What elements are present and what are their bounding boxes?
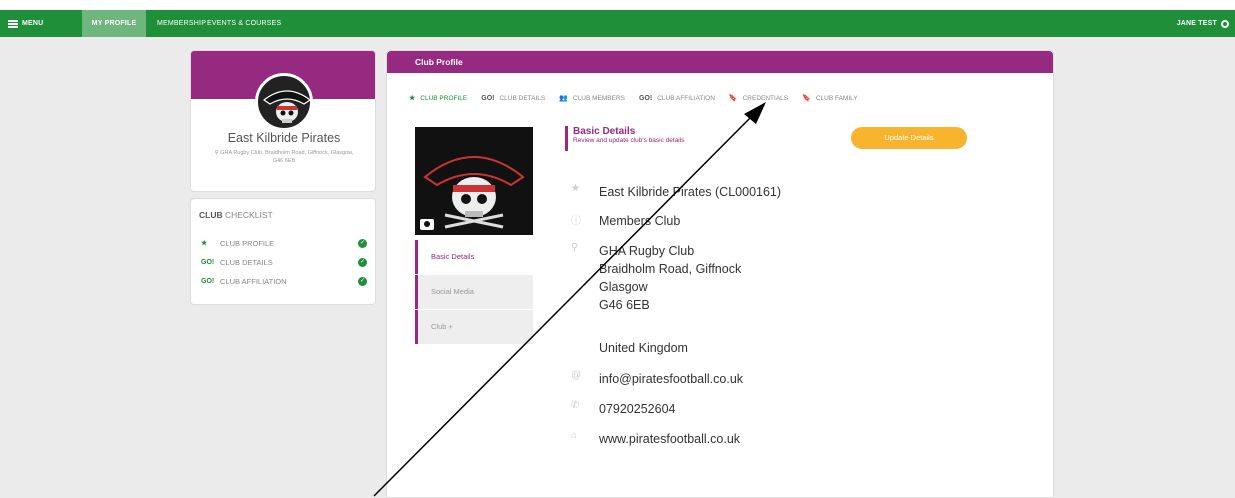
bookmark-icon: 🔖 <box>728 95 738 102</box>
star-icon: ★ <box>571 183 580 194</box>
detail-address: ⚲ GHA Rugby Club Braidholm Road, Giffnoc… <box>571 242 742 312</box>
club-address: ⚲ GHA Rugby Club, Braidholm Road, Giffno… <box>214 150 354 164</box>
gear-icon[interactable] <box>1221 19 1229 28</box>
top-nav-bar: MENU MY PROFILE MEMBERSHIP EVENTS & COUR… <box>0 10 1235 37</box>
club-profile-panel: Club Profile ★ CLUB PROFILE GO! CLUB DET… <box>386 50 1054 498</box>
menu-label: MENU <box>22 20 44 27</box>
side-item-social-media[interactable]: Social Media <box>415 275 533 309</box>
menu-button[interactable]: MENU <box>8 10 43 37</box>
checklist-title: CLUB CHECKLIST <box>199 210 273 220</box>
go-icon: GO! <box>481 94 495 102</box>
tab-club-members[interactable]: 👥 CLUB MEMBERS <box>559 94 625 103</box>
checklist-item-club-affiliation[interactable]: GO! CLUB AFFILIATION ✓ <box>201 274 367 288</box>
tab-club-family[interactable]: 🔖 CLUB FAMILY <box>802 94 858 103</box>
check-icon: ✓ <box>358 276 367 286</box>
panel-title: Club Profile <box>387 51 1053 73</box>
tab-club-profile[interactable]: ★ CLUB PROFILE <box>409 94 467 103</box>
section-header: Basic Details Review and update club's b… <box>565 126 684 151</box>
detail-email: @ info@piratesfootball.co.uk <box>571 370 744 386</box>
nav-my-profile[interactable]: MY PROFILE <box>82 10 146 37</box>
star-icon: ★ <box>409 95 416 102</box>
location-pin-icon: ⚲ <box>571 242 579 253</box>
user-menu[interactable]: JANE TEST <box>1177 10 1229 37</box>
nav-events-courses[interactable]: EVENTS & COURSES <box>207 10 281 37</box>
tab-club-affiliation[interactable]: GO! CLUB AFFILIATION <box>639 95 715 102</box>
check-icon: ✓ <box>358 257 367 267</box>
hamburger-icon <box>8 19 18 28</box>
section-subtitle: Review and update club's basic details <box>573 137 685 144</box>
phone-icon: ✆ <box>571 400 580 411</box>
profile-tabs: ★ CLUB PROFILE GO! CLUB DETAILS 👥 CLUB M… <box>409 91 872 105</box>
club-name: East Kilbride Pirates <box>227 131 341 145</box>
club-logo-image[interactable] <box>415 127 533 235</box>
checklist-item-club-profile[interactable]: ★ CLUB PROFILE ✓ <box>201 236 367 250</box>
detail-country: United Kingdom <box>599 341 688 355</box>
side-item-basic-details[interactable]: Basic Details <box>415 240 533 274</box>
club-checklist-card: CLUB CHECKLIST ★ CLUB PROFILE ✓ GO! CLUB… <box>190 198 376 305</box>
go-icon: GO! <box>201 258 215 266</box>
tab-credentials[interactable]: 🔖 CREDENTIALS <box>728 94 788 103</box>
detail-phone: ✆ 07920252604 <box>571 400 676 416</box>
star-icon: ★ <box>201 240 208 247</box>
detail-side-nav: Basic Details Social Media Club + <box>415 240 533 345</box>
detail-website: ⌂ www.piratesfootball.co.uk <box>571 430 741 446</box>
detail-club-name: ★ East Kilbride Pirates (CL000161) <box>571 183 782 199</box>
tab-club-details[interactable]: GO! CLUB DETAILS <box>481 95 545 102</box>
info-icon: ⓘ <box>571 216 581 227</box>
club-logo-avatar <box>255 73 313 131</box>
at-sign-icon: @ <box>571 370 582 381</box>
side-item-club-plus[interactable]: Club + <box>415 310 533 344</box>
members-icon: 👥 <box>559 95 568 102</box>
check-icon: ✓ <box>358 238 367 248</box>
go-icon: GO! <box>638 94 653 102</box>
detail-club-type: ⓘ Members Club <box>571 214 681 228</box>
section-title: Basic Details <box>573 126 636 137</box>
checklist-item-club-details[interactable]: GO! CLUB DETAILS ✓ <box>201 255 367 269</box>
user-name: JANE TEST <box>1176 20 1217 27</box>
nav-membership[interactable]: MEMBERSHIP <box>157 10 206 37</box>
go-icon: GO! <box>201 277 215 285</box>
bookmark-icon: 🔖 <box>802 95 811 102</box>
home-icon: ⌂ <box>571 430 578 441</box>
profile-card: East Kilbride Pirates ⚲ GHA Rugby Club, … <box>190 50 376 192</box>
camera-icon[interactable] <box>420 219 434 230</box>
update-details-button[interactable]: Update Details <box>851 127 967 149</box>
